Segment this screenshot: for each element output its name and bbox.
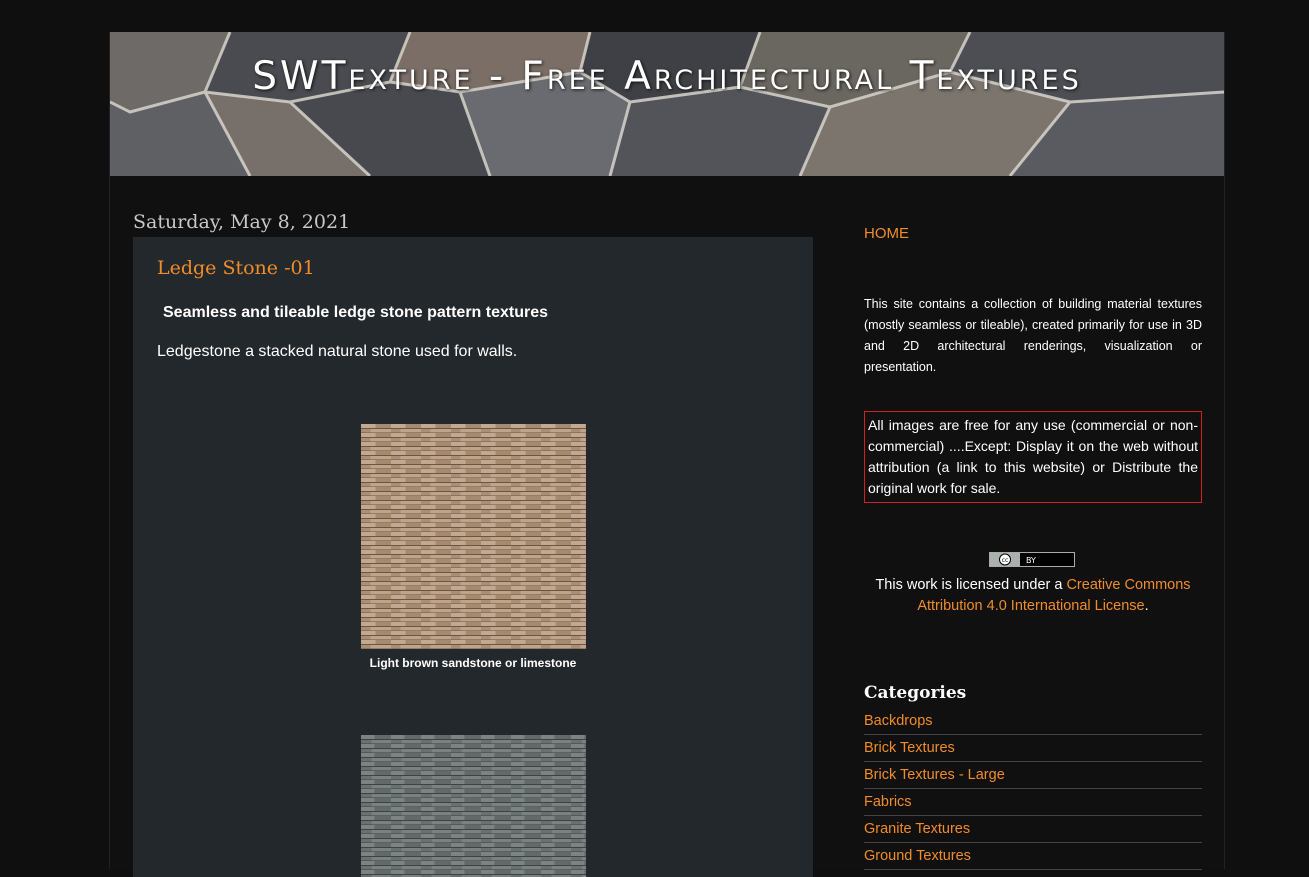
category-item: Ground Textures [864, 844, 1202, 870]
cc-by-icon: cc BY [990, 553, 1074, 566]
page-container: SWTexture - Free Architectural Textures … [109, 32, 1225, 877]
category-item: Brick Textures - Large [864, 763, 1202, 789]
category-link-ground-textures[interactable]: Ground Textures [864, 848, 971, 864]
site-header: SWTexture - Free Architectural Textures [110, 32, 1224, 176]
license-prefix: This work is licensed under a [875, 577, 1067, 593]
texture-caption: Light brown sandstone or limestone [369, 656, 577, 670]
post-subheading: Seamless and tileable ledge stone patter… [163, 304, 549, 321]
post-title[interactable]: Ledge Stone -01 [157, 257, 315, 279]
cc-license-badge[interactable]: cc BY [989, 552, 1075, 567]
about-text: This site contains a collection of build… [864, 297, 1202, 374]
svg-text:BY: BY [1026, 556, 1036, 565]
blog-post: Ledge Stone -01 Seamless and tileable le… [133, 237, 813, 877]
category-link-fabrics[interactable]: Fabrics [864, 794, 912, 810]
site-title[interactable]: SWTexture - Free Architectural Textures [110, 54, 1224, 99]
svg-text:cc: cc [1002, 557, 1009, 564]
texture-thumbnail-gray[interactable] [361, 735, 586, 877]
category-link-brick-textures[interactable]: Brick Textures [864, 740, 955, 756]
categories-heading: Categories [864, 683, 967, 703]
home-link[interactable]: HOME [864, 225, 909, 242]
category-link-brick-textures-large[interactable]: Brick Textures - Large [864, 767, 1005, 783]
license-suffix: . [1144, 598, 1149, 614]
category-link-backdrops[interactable]: Backdrops [864, 713, 933, 729]
license-text: This work is licensed under a Creative C… [864, 575, 1202, 617]
categories-list: Backdrops Brick Textures Brick Textures … [864, 709, 1202, 871]
post-intro: Ledgestone a stacked natural stone used … [157, 343, 518, 360]
post-date: Saturday, May 8, 2021 [133, 211, 351, 233]
category-item: Brick Textures [864, 736, 1202, 762]
texture-thumbnail-light-brown[interactable] [361, 424, 586, 649]
category-item: Fabrics [864, 790, 1202, 816]
category-item: Backdrops [864, 709, 1202, 735]
category-link-granite-textures[interactable]: Granite Textures [864, 821, 970, 837]
category-item: Granite Textures [864, 817, 1202, 843]
usage-notice: All images are free for any use (commerc… [864, 411, 1202, 503]
